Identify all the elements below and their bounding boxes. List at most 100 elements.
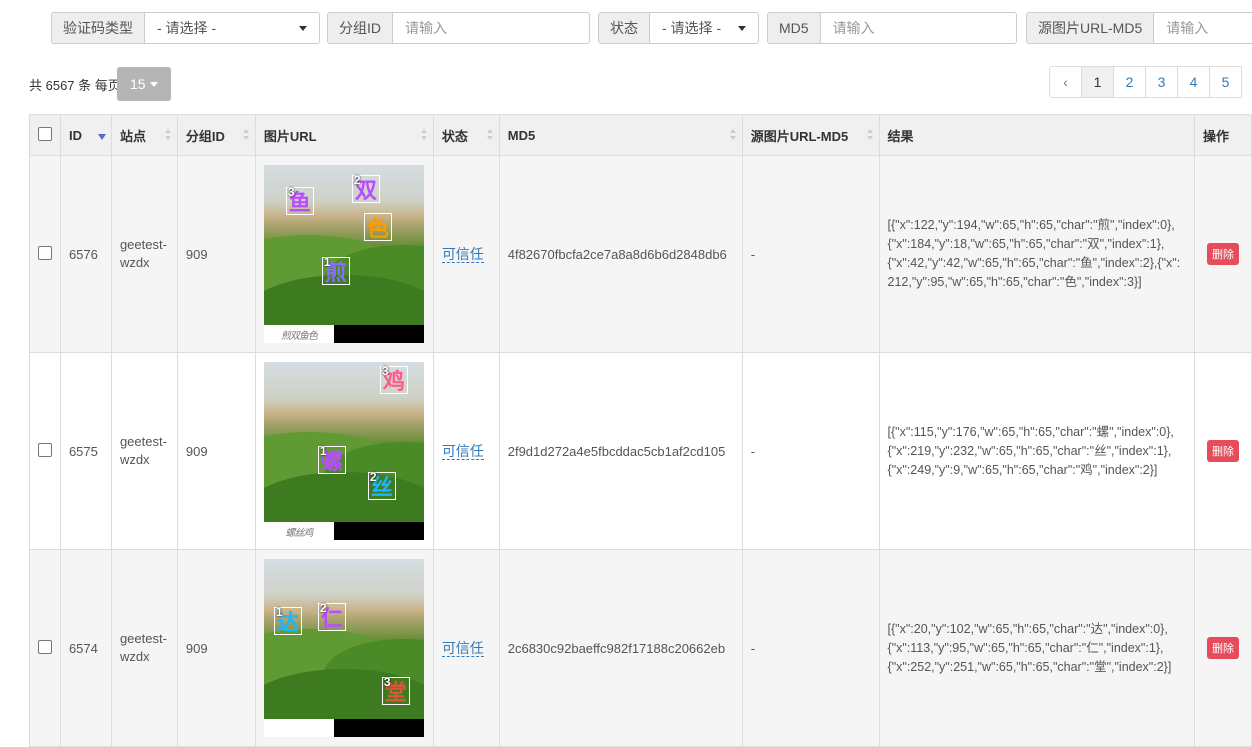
row-checkbox[interactable] [37,245,52,260]
source-md5-input[interactable]: 请输入 [1154,13,1252,43]
pagination: ‹ 1 2 3 4 5 [1049,66,1242,98]
result-cell: [{"x":122,"y":194,"w":65,"h":65,"char":"… [878,155,1195,353]
row-checkbox[interactable] [37,442,52,457]
row-select-cell [29,549,61,747]
row-checkbox[interactable] [37,639,52,654]
delete-button[interactable]: 删除 [1206,243,1239,265]
md5-cell: 2f9d1d272a4e5fbcddac5cb1af2cd105 [498,352,743,550]
captcha-hint-text: 煎双鱼色 [280,330,318,342]
table-row: 6574 geetest-wzdx 909 达 1 仁 2 堂 3 可信任 2c6830c92bae… [29,549,1252,747]
source-md5-cell: - [741,352,880,550]
status-select[interactable]: - 请选择 - [650,13,758,43]
captcha-marker-number: 3 [287,185,295,199]
captcha-marker-number: 1 [275,605,283,619]
site-cell: geetest-wzdx [110,549,178,747]
records-table: ID 站点 分组ID 图片URL 状态 MD5 源图片URL-MD5 结果 操作… [29,114,1252,747]
captcha-marker: 堂3 [381,675,410,705]
column-header-status[interactable]: 状态 [432,114,500,156]
result-cell: [{"x":115,"y":176,"w":65,"h":65,"char":"… [878,352,1195,550]
captcha-marker-number: 3 [381,364,389,378]
captcha-image[interactable]: 达1 仁2 堂3 [263,559,424,737]
prev-page-button[interactable]: ‹ [1049,66,1082,98]
column-label: MD5 [507,127,536,143]
captcha-marker: 鱼3 [285,185,314,215]
status-cell: 可信任 [432,549,500,747]
table-row: 6576 geetest-wzdx 909 鱼 3 双 2 色煎 1 煎双鱼色 可信任 4f82670… [29,155,1252,353]
md5-cell: 2c6830c92baeffc982f17188c20662eb [498,549,743,747]
status-link[interactable]: 可信任 [441,640,484,657]
column-header-id[interactable]: ID [59,114,112,156]
result-json: [{"x":20,"y":102,"w":65,"h":65,"char":"达… [887,621,1172,674]
status-cell: 可信任 [432,155,500,353]
column-header-image-url[interactable]: 图片URL [254,114,434,156]
select-value: - 请选择 - [662,20,722,36]
sort-icon [242,129,249,141]
delete-button[interactable]: 删除 [1206,637,1239,659]
pagination-info: 共 6567 条 每页 15 [29,67,171,101]
status-link[interactable]: 可信任 [441,443,484,460]
column-label: 分组ID [185,128,225,144]
filter-label: 验证码类型 [52,13,145,43]
page-size-dropdown[interactable]: 15 [116,67,171,101]
chevron-down-icon [738,25,746,31]
column-label: 状态 [441,128,468,144]
group-id-cell: 909 [176,549,256,747]
page-button-4[interactable]: 4 [1177,66,1210,98]
id-cell: 6574 [59,549,112,747]
source-md5-cell: - [741,549,880,747]
page-button-1[interactable]: 1 [1081,66,1114,98]
group-id-filter: 分组ID 请输入 [327,12,590,44]
captcha-image[interactable]: 鱼 3 双 2 色煎 1 煎双鱼色 [263,165,424,343]
column-header-result: 结果 [878,114,1195,156]
id-cell: 6576 [59,155,112,353]
group-id-input[interactable]: 请输入 [393,13,589,43]
filter-label: MD5 [768,13,821,43]
column-header-md5[interactable]: MD5 [498,114,743,156]
filter-label: 源图片URL-MD5 [1027,13,1155,43]
captcha-type-select[interactable]: - 请选择 - [145,13,319,43]
sort-icon [164,129,171,141]
page-button-5[interactable]: 5 [1209,66,1242,98]
source-md5-filter: 源图片URL-MD5 请输入 [1026,12,1252,44]
captcha-hint [263,719,334,737]
captcha-marker: 达1 [273,605,302,635]
captcha-char: 色 [366,216,389,241]
page-size-value: 15 [129,76,146,92]
site-cell: geetest-wzdx [110,155,178,353]
image-cell: 鸡 3 螺 1 丝 2 螺丝鸡 [254,352,434,550]
column-header-site[interactable]: 站点 [110,114,178,156]
md5-input[interactable]: 请输入 [821,13,1016,43]
column-header-group-id[interactable]: 分组ID [176,114,256,156]
column-header-action: 操作 [1193,114,1252,156]
status-link[interactable]: 可信任 [441,246,484,263]
status-cell: 可信任 [432,352,500,550]
column-label: 站点 [119,128,146,144]
captcha-marker-number: 2 [369,470,377,484]
captcha-marker: 鸡3 [379,364,408,394]
result-json: [{"x":122,"y":194,"w":65,"h":65,"char":"… [887,218,1181,289]
result-cell: [{"x":20,"y":102,"w":65,"h":65,"char":"达… [878,549,1195,747]
action-cell: 删除 [1193,155,1252,353]
id-cell: 6575 [59,352,112,550]
captcha-image[interactable]: 鸡 3 螺 1 丝 2 螺丝鸡 [263,362,424,540]
column-label: 操作 [1202,128,1229,144]
column-label: 图片URL [263,128,317,144]
captcha-marker: 双2 [351,173,380,203]
sort-icon [420,129,427,141]
filter-label: 状态 [599,13,650,43]
page-button-3[interactable]: 3 [1145,66,1178,98]
captcha-marker-number: 3 [383,675,391,689]
chevron-down-icon [149,81,158,87]
captcha-type-filter: 验证码类型 - 请选择 - [51,12,320,44]
filter-label: 分组ID [328,13,393,43]
captcha-marker: 仁2 [317,601,346,631]
md5-cell: 4f82670fbcfa2ce7a8a8d6b6d2848db6 [498,155,743,353]
page-button-2[interactable]: 2 [1113,66,1146,98]
column-header-source-md5[interactable]: 源图片URL-MD5 [741,114,880,156]
row-select-cell [29,352,61,550]
chevron-down-icon [299,25,307,31]
select-all-checkbox[interactable] [37,126,52,141]
delete-button[interactable]: 删除 [1206,440,1239,462]
captcha-hint-text: 螺丝鸡 [285,527,313,539]
captcha-marker-number: 1 [319,444,327,458]
